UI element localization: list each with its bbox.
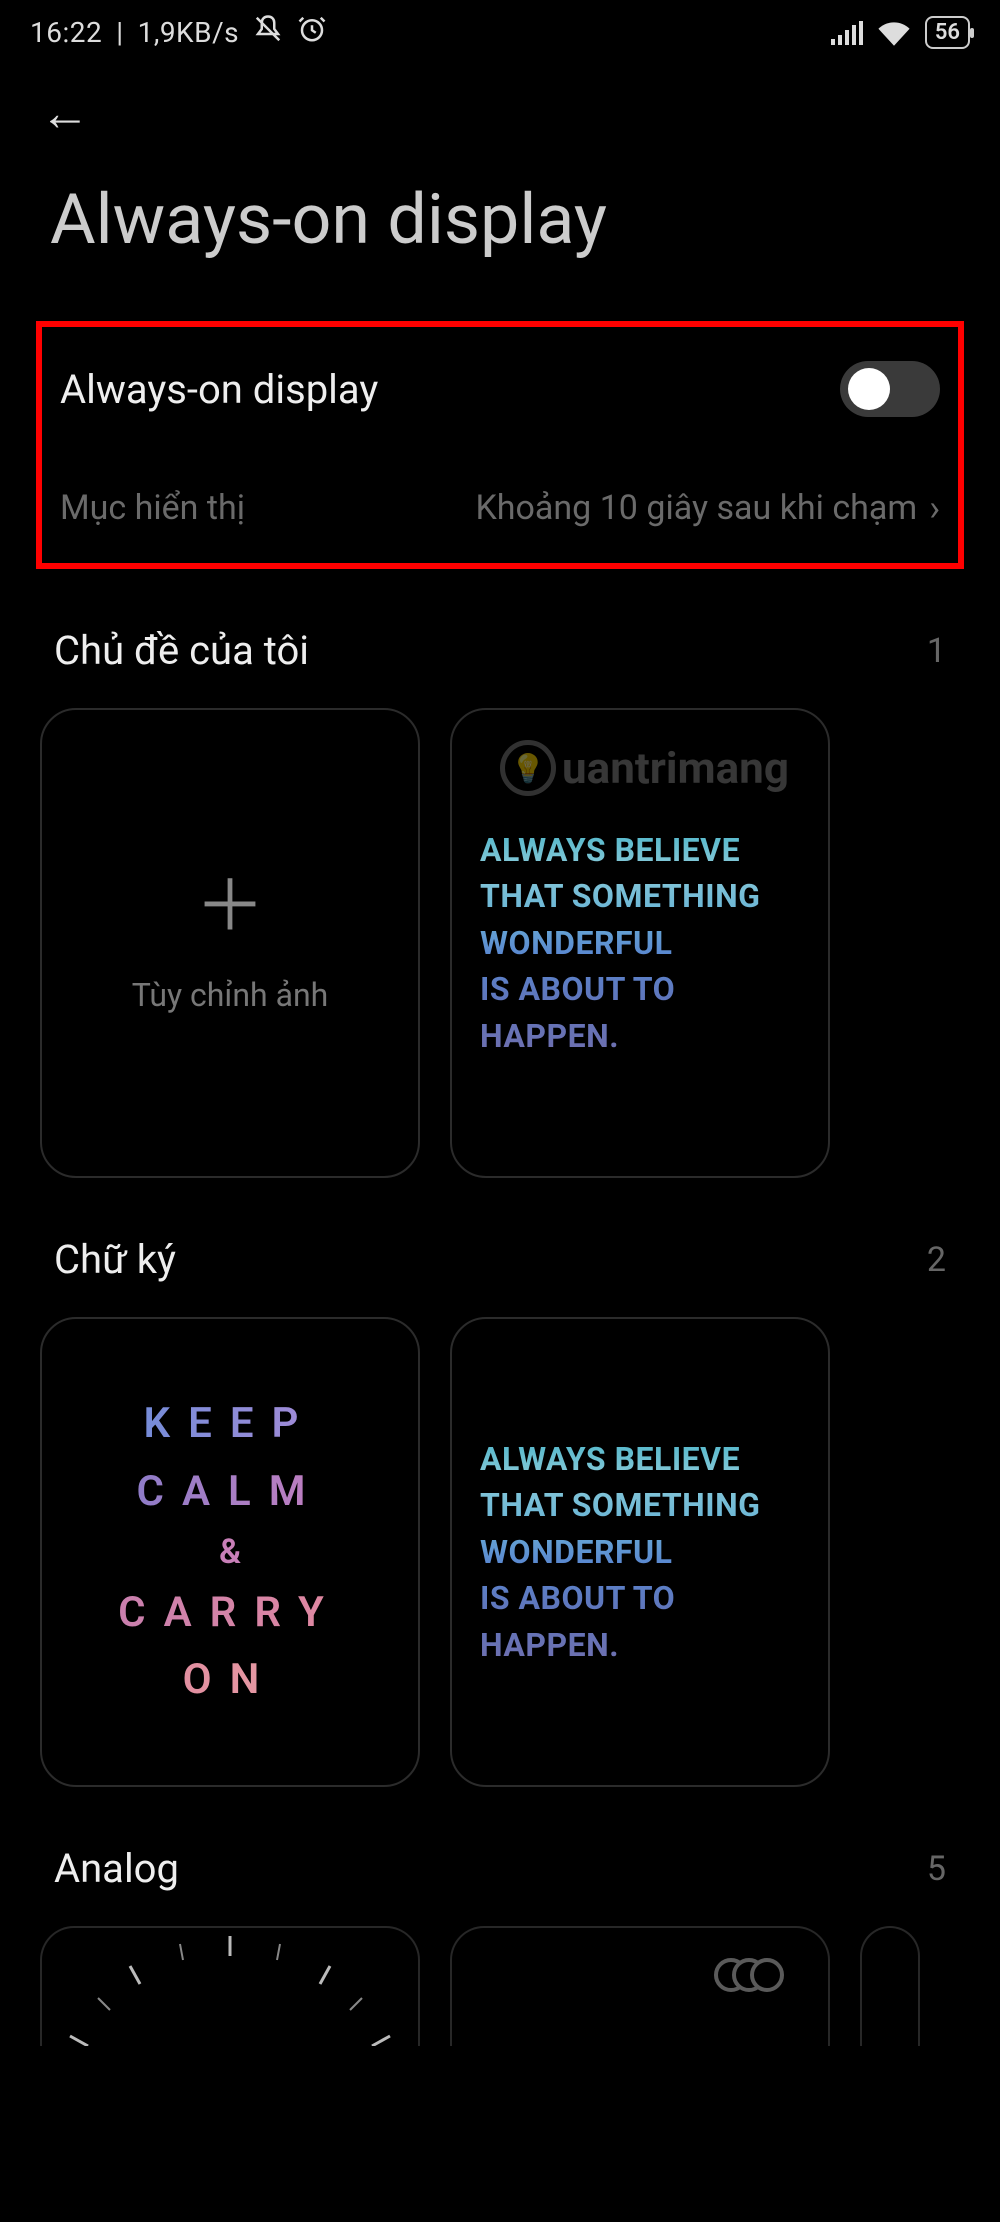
section-header-analog: Analog 5 xyxy=(0,1787,1000,1926)
section-title: Chủ đề của tôi xyxy=(54,627,309,674)
keep-calm-text: KEEP CALM & CARRY ON xyxy=(118,1390,342,1713)
signature-card-believe[interactable]: ALWAYS BELIEVE THAT SOMETHING WONDERFUL … xyxy=(450,1317,830,1787)
mute-icon xyxy=(253,14,283,51)
section-count: 1 xyxy=(927,631,946,671)
section-count: 5 xyxy=(927,1849,946,1889)
theme-card-believe[interactable]: ALWAYS BELIEVE THAT SOMETHING WONDERFUL … xyxy=(450,708,830,1178)
status-network-speed: 1,9KB/s xyxy=(138,16,240,49)
add-custom-image-card[interactable]: ＋ Tùy chỉnh ảnh xyxy=(40,708,420,1178)
status-bar: 16:22 | 1,9KB/s 56 xyxy=(0,0,1000,51)
display-items-value: Khoảng 10 giây sau khi chạm xyxy=(475,488,917,528)
section-header-signature: Chữ ký 2 xyxy=(0,1178,1000,1317)
status-time: 16:22 xyxy=(30,16,102,49)
section-header-my-themes: Chủ đề của tôi 1 xyxy=(0,569,1000,708)
back-button[interactable]: ← xyxy=(40,85,90,143)
analog-card-3[interactable] xyxy=(860,1926,920,2046)
add-label: Tùy chỉnh ảnh xyxy=(132,976,329,1014)
signal-icon xyxy=(831,21,863,45)
aod-toggle-label: Always-on display xyxy=(60,366,378,413)
highlighted-settings: Always-on display Mục hiển thị Khoảng 10… xyxy=(36,321,964,569)
section-count: 2 xyxy=(927,1240,946,1280)
aod-toggle-switch[interactable] xyxy=(840,361,940,417)
display-items-row[interactable]: Mục hiển thị Khoảng 10 giây sau khi chạm… xyxy=(60,487,940,529)
believe-text: ALWAYS BELIEVE THAT SOMETHING WONDERFUL … xyxy=(480,827,800,1059)
overlap-circles-icon xyxy=(730,1958,784,1992)
plus-icon: ＋ xyxy=(195,872,265,942)
wifi-icon xyxy=(877,20,911,46)
signature-card-keep-calm[interactable]: KEEP CALM & CARRY ON xyxy=(40,1317,420,1787)
page-title: Always-on display xyxy=(0,149,1000,301)
section-title: Analog xyxy=(54,1845,179,1892)
aod-toggle-row[interactable]: Always-on display xyxy=(60,361,940,417)
analog-card-2[interactable] xyxy=(450,1926,830,2046)
battery-indicator: 56 xyxy=(925,16,970,49)
clock-dial-icon xyxy=(40,1926,420,2046)
believe-text: ALWAYS BELIEVE THAT SOMETHING WONDERFUL … xyxy=(480,1436,800,1668)
alarm-icon xyxy=(297,14,327,51)
section-title: Chữ ký xyxy=(54,1236,176,1283)
analog-card-1[interactable] xyxy=(40,1926,420,2046)
chevron-right-icon: › xyxy=(929,487,940,529)
display-items-label: Mục hiển thị xyxy=(60,488,245,528)
